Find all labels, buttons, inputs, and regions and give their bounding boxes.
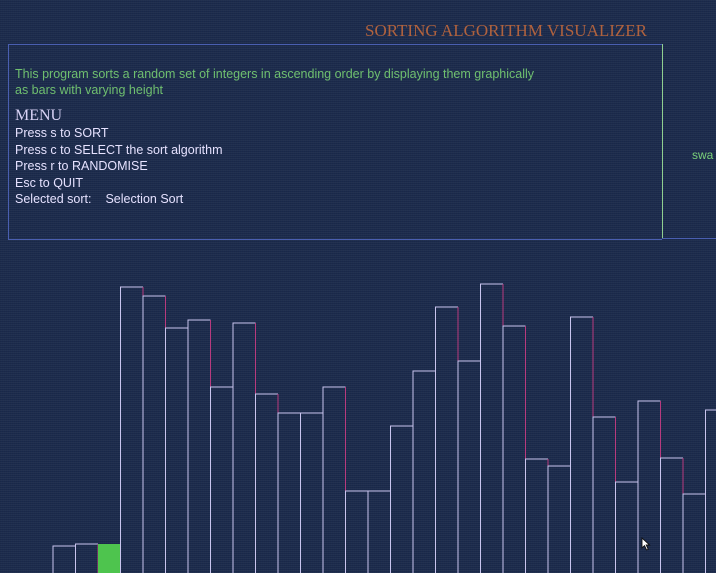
sort-bar <box>570 316 594 573</box>
menu-item-quit: Esc to QUIT <box>15 175 84 190</box>
menu-item-select: Press c to SELECT the sort algorithm <box>15 142 223 157</box>
sort-bar <box>660 457 684 573</box>
menu-item-sort: Press s to SORT <box>15 126 109 140</box>
sort-bar <box>232 322 256 573</box>
sort-bar-outline <box>502 325 526 573</box>
sort-bar-outline <box>592 416 616 573</box>
description: This program sorts a random set of integ… <box>15 66 605 98</box>
sort-bar-outline <box>570 316 593 573</box>
sort-bar <box>322 386 346 573</box>
menu-item-randomise: Press r to RANDOMISE <box>15 159 148 173</box>
sort-bar-outline <box>345 490 368 573</box>
sort-bar <box>412 370 436 573</box>
sort-bar-outline <box>390 425 413 573</box>
sort-bar-outline <box>615 481 638 573</box>
selected-sort-label: Selected sort: <box>15 192 92 206</box>
selected-sort-value: Selection Sort <box>105 192 184 206</box>
sort-bar <box>277 412 301 573</box>
sort-bar-outline <box>52 545 76 573</box>
sort-bar <box>120 286 144 573</box>
description-line-2: as bars with varying height <box>15 83 163 97</box>
sort-bar <box>367 490 391 573</box>
sort-bar-outline <box>412 370 436 573</box>
side-panel-label: swa <box>692 148 714 162</box>
sort-bar <box>75 543 99 573</box>
sort-bar <box>345 490 369 573</box>
mouse-pointer-icon <box>641 537 651 551</box>
sort-bar-outline <box>435 306 458 573</box>
sort-bar-outline <box>210 386 233 573</box>
sort-bar-outline <box>187 319 211 573</box>
sort-bar-outline <box>300 412 323 573</box>
menu-list: Press s to SORT Press c to SELECT the so… <box>15 125 223 208</box>
panel-divider <box>662 44 663 239</box>
sort-bar <box>300 412 324 573</box>
sort-bar <box>457 360 481 573</box>
sort-bar <box>165 327 189 573</box>
sort-bar <box>705 409 716 573</box>
sort-bar <box>682 493 706 573</box>
sort-bar-outline <box>480 283 503 573</box>
sort-bar-outline <box>277 412 301 573</box>
sort-bar <box>547 465 571 573</box>
sort-bar <box>525 458 549 573</box>
menu-heading: MENU <box>15 107 63 124</box>
sort-bar <box>435 306 459 573</box>
sort-bar-outline <box>705 409 716 573</box>
sort-bar-outline <box>367 490 391 573</box>
sort-bar-outline <box>660 457 683 573</box>
sort-bar <box>210 386 234 573</box>
sort-bar <box>255 393 279 573</box>
sort-bar-outline <box>120 286 143 573</box>
app-title: SORTING ALGORITHM VISUALIZER <box>365 21 647 40</box>
panel-right-edge <box>662 238 716 239</box>
sort-bar <box>142 295 166 573</box>
sort-bar-outline <box>75 543 98 573</box>
sort-bar-outline <box>457 360 481 573</box>
sort-bar-outline <box>255 393 278 573</box>
sort-bar-outline <box>322 386 346 573</box>
sort-bar <box>615 481 639 573</box>
sort-bar <box>480 283 504 573</box>
sort-bar-outline <box>682 493 706 573</box>
selected-sort: Selected sort: Selection Sort <box>15 191 223 208</box>
sort-bar <box>52 545 76 573</box>
sort-bar <box>98 544 121 573</box>
sort-bar-outline <box>525 458 548 573</box>
sort-bar-outline <box>547 465 571 573</box>
sort-bar <box>187 319 211 573</box>
sort-bar <box>390 425 414 573</box>
sort-bar <box>592 416 616 573</box>
sort-bar-outline <box>165 327 188 573</box>
sort-bar <box>502 325 526 573</box>
description-line-1: This program sorts a random set of integ… <box>15 67 535 81</box>
sort-bar-outline <box>232 322 256 573</box>
sort-bar-highlight <box>98 544 121 573</box>
sort-bar-outline <box>142 295 166 573</box>
